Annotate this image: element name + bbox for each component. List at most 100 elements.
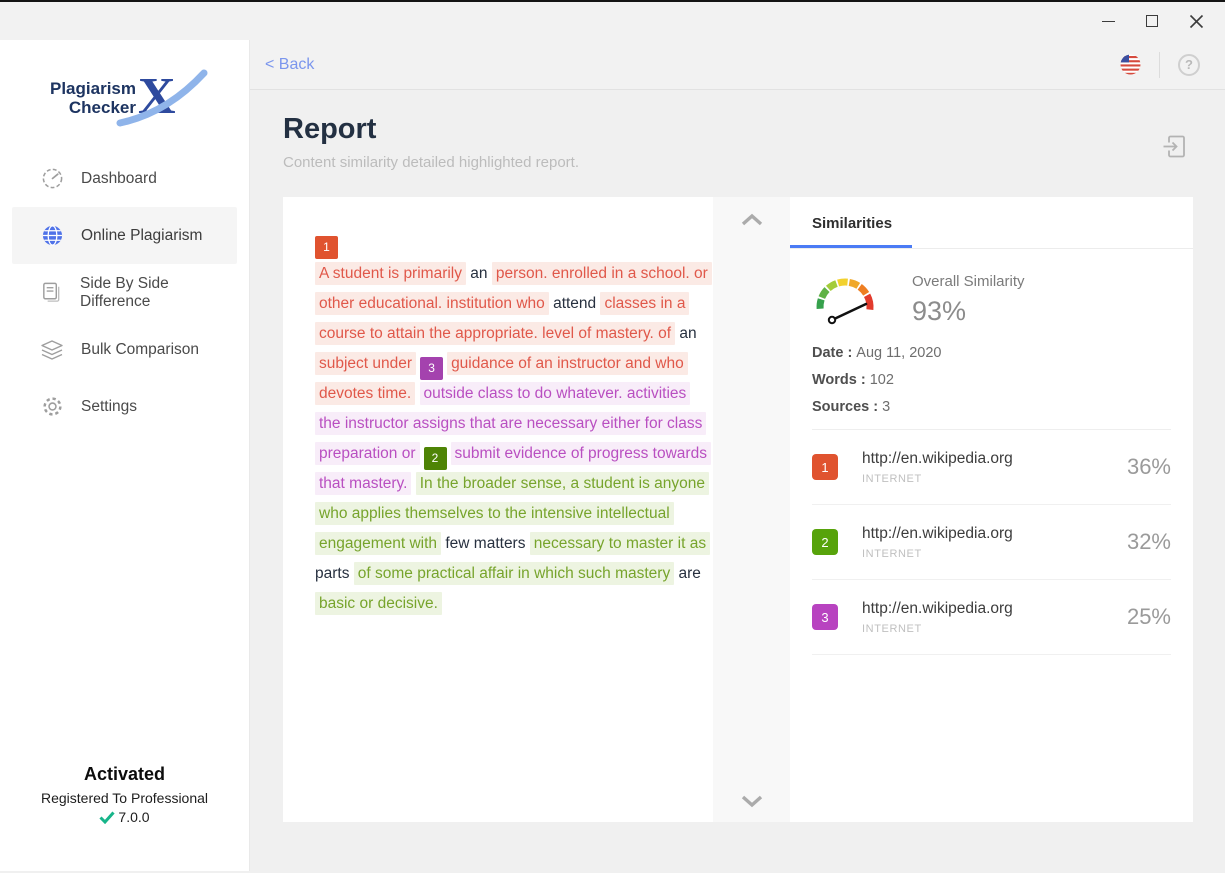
highlighted-text[interactable]: who applies themselves to the intensive …: [315, 502, 674, 525]
activation-status: Activated Registered To Professional 7.0…: [0, 764, 249, 825]
speedometer-icon: [40, 167, 64, 191]
globe-icon: [40, 224, 64, 248]
highlighted-text[interactable]: that mastery.: [315, 472, 411, 495]
export-icon: [1161, 133, 1188, 160]
chevron-down-icon[interactable]: [740, 794, 764, 808]
overall-similarity-label: Overall Similarity: [912, 273, 1025, 290]
highlighted-text[interactable]: the instructor assigns that are necessar…: [315, 412, 706, 435]
similarities-panel: Similarities: [790, 197, 1193, 822]
sidebar-item-settings[interactable]: Settings: [12, 378, 237, 435]
us-flag-icon[interactable]: [1120, 54, 1141, 75]
close-icon: [1189, 14, 1204, 29]
highlighted-text[interactable]: necessary to master it as: [530, 532, 710, 555]
document-line: basic or decisive.: [315, 589, 713, 619]
minimize-icon: [1102, 21, 1115, 22]
highlighted-text[interactable]: preparation or: [315, 442, 420, 465]
highlighted-text[interactable]: basic or decisive.: [315, 592, 442, 615]
meta-date: Date :Aug 11, 2020: [812, 345, 1171, 361]
activation-version: 7.0.0: [0, 809, 249, 825]
source-url[interactable]: http://en.wikipedia.org: [862, 525, 1013, 543]
highlighted-text[interactable]: guidance of an instructor and who: [447, 352, 688, 375]
source-url[interactable]: http://en.wikipedia.org: [862, 600, 1013, 618]
sidebar-item-dashboard[interactable]: Dashboard: [12, 150, 237, 207]
highlighted-text[interactable]: classes in a: [600, 292, 689, 315]
sidebar-item-side-by-side[interactable]: Side By Side Difference: [12, 264, 237, 321]
source-list: 1 http://en.wikipedia.org INTERNET 36% 2…: [812, 430, 1171, 655]
sidebar-item-online-plagiarism[interactable]: Online Plagiarism: [12, 207, 237, 264]
sidebar-menu: Dashboard Online Plagiarism: [0, 150, 249, 435]
help-icon[interactable]: ?: [1178, 54, 1200, 76]
source-type: INTERNET: [862, 548, 1013, 560]
app-logo: Plagiarism Checker X: [50, 62, 249, 134]
highlighted-text[interactable]: subject under: [315, 352, 416, 375]
source-percent: 25%: [1127, 604, 1171, 630]
minimize-button[interactable]: [1086, 4, 1130, 38]
overall-similarity-value: 93%: [912, 296, 1025, 327]
highlighted-text[interactable]: course to attain the appropriate. level …: [315, 322, 675, 345]
check-icon: [99, 811, 115, 824]
sidebar-item-label: Settings: [81, 398, 137, 416]
document-line: preparation or2submit evidence of progre…: [315, 439, 713, 469]
document-line: who applies themselves to the intensive …: [315, 499, 713, 529]
close-button[interactable]: [1174, 4, 1218, 38]
content-area: Report Content similarity detailed highl…: [250, 90, 1225, 871]
source-percent: 36%: [1127, 454, 1171, 480]
citation-badge[interactable]: 3: [420, 357, 443, 380]
maximize-button[interactable]: [1130, 4, 1174, 38]
tab-similarities[interactable]: Similarities: [790, 197, 912, 248]
plain-text: are: [674, 565, 701, 582]
source-badge[interactable]: 2: [812, 529, 838, 555]
logo-line1: Plagiarism: [50, 79, 136, 98]
documents-icon: [40, 281, 63, 305]
highlighted-text[interactable]: devotes time.: [315, 382, 415, 405]
chevron-up-icon[interactable]: [740, 213, 764, 227]
highlighted-text[interactable]: engagement with: [315, 532, 441, 555]
source-type: INTERNET: [862, 473, 1013, 485]
plain-text: parts: [315, 565, 354, 582]
export-button[interactable]: [1161, 133, 1188, 165]
sidebar: Plagiarism Checker X Dashboard: [0, 40, 250, 871]
highlighted-text[interactable]: submit evidence of progress towards: [451, 442, 711, 465]
source-url[interactable]: http://en.wikipedia.org: [862, 450, 1013, 468]
source-badge[interactable]: 1: [812, 454, 838, 480]
page-subtitle: Content similarity detailed highlighted …: [283, 154, 579, 171]
logo-x-mark: X: [130, 65, 194, 131]
highlighted-text[interactable]: outside class to do whatever. activities: [420, 382, 691, 405]
gear-icon: [40, 395, 64, 419]
document-line: 1: [315, 232, 713, 259]
source-row: 2 http://en.wikipedia.org INTERNET 32%: [812, 505, 1171, 580]
topbar: < Back ?: [250, 40, 1225, 90]
highlighted-text[interactable]: other educational. institution who: [315, 292, 549, 315]
similarity-gauge-icon: [812, 269, 886, 331]
sidebar-item-bulk-comparison[interactable]: Bulk Comparison: [12, 321, 237, 378]
meta-words: Words :102: [812, 372, 1171, 388]
document-line: subject under3guidance of an instructor …: [315, 349, 713, 379]
report-document: 1A student is primarily an person. enrol…: [283, 197, 713, 822]
highlighted-text[interactable]: A student is primarily: [315, 262, 466, 285]
plain-text: [415, 385, 419, 402]
back-button[interactable]: < Back: [265, 56, 314, 74]
citation-badge[interactable]: 2: [424, 447, 447, 470]
source-badge[interactable]: 3: [812, 604, 838, 630]
topbar-divider: [1159, 52, 1160, 78]
report-meta: Date :Aug 11, 2020 Words :102 Sources :3: [812, 345, 1171, 430]
logo-line2: Checker: [50, 98, 136, 117]
highlighted-text[interactable]: of some practical affair in which such m…: [354, 562, 674, 585]
highlighted-text[interactable]: In the broader sense, a student is anyon…: [416, 472, 709, 495]
document-line: parts of some practical affair in which …: [315, 559, 713, 589]
page-title: Report: [283, 113, 579, 146]
scroll-rail: [713, 197, 790, 822]
meta-sources: Sources :3: [812, 399, 1171, 415]
document-line: A student is primarily an person. enroll…: [315, 259, 713, 289]
source-type: INTERNET: [862, 623, 1013, 635]
plain-text: few matters: [441, 535, 530, 552]
citation-badge[interactable]: 1: [315, 236, 338, 259]
similarities-tab-row: Similarities: [790, 197, 1193, 249]
sidebar-item-label: Side By Side Difference: [80, 275, 237, 311]
document-line: that mastery. In the broader sense, a st…: [315, 469, 713, 499]
sidebar-item-label: Dashboard: [81, 170, 157, 188]
document-line: engagement with few matters necessary to…: [315, 529, 713, 559]
sidebar-item-label: Online Plagiarism: [81, 227, 202, 245]
plain-text: attend: [549, 295, 601, 312]
highlighted-text[interactable]: person. enrolled in a school. or: [492, 262, 712, 285]
